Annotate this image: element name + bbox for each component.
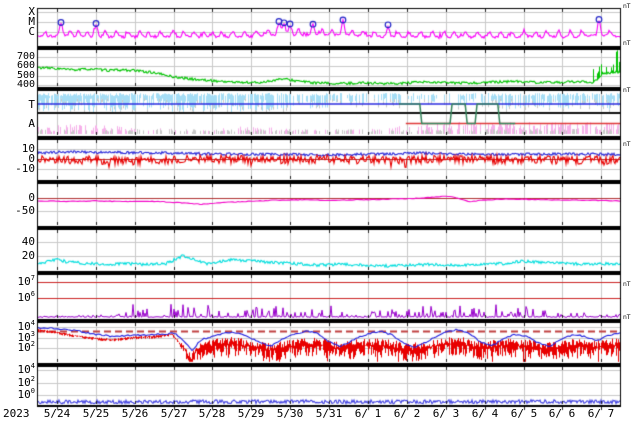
y-tick-label: 102	[17, 374, 35, 389]
x-tick-label: 6/ 4	[471, 407, 499, 420]
y-tick-label: C	[28, 24, 35, 38]
x-tick-label: 6/ 6	[548, 407, 576, 420]
x-tick-label: 6/ 2	[393, 407, 421, 420]
x-tick-label: 5/27	[160, 407, 188, 420]
y-tick-label: 0	[28, 190, 35, 204]
y-tick-label: 104	[17, 362, 35, 376]
x-tick-label: 6/ 3	[432, 407, 460, 420]
y-tick-label: -50	[15, 203, 35, 217]
x-tick-label: 5/30	[276, 407, 304, 420]
x-tick-label: 5/24	[43, 407, 71, 420]
year-label: 2023	[3, 407, 30, 420]
x-tick-label: 5/26	[121, 407, 149, 420]
x-tick-label: 6/ 7	[587, 407, 615, 420]
x-tick-label: 5/28	[198, 407, 226, 420]
x-tick-label: 5/31	[315, 407, 343, 420]
chart-canvas	[0, 0, 634, 424]
y-tick-label: T	[28, 97, 35, 111]
space-weather-overview-chart: 2023 X M C 700 600 500 400 T A 10 0 -10 0 -50 40 20 107 1…	[0, 0, 634, 424]
unit-mark: nT	[623, 40, 631, 47]
x-tick-label: 5/25	[82, 407, 110, 420]
y-tick-label: A	[28, 117, 35, 131]
unit-mark: nT	[623, 314, 631, 321]
y-tick-label: 100	[17, 387, 35, 402]
x-tick-label: 6/ 5	[510, 407, 538, 420]
y-tick-label: 106	[17, 290, 35, 305]
y-tick-label: 400	[16, 78, 35, 90]
y-tick-label: 102	[17, 340, 35, 355]
x-tick-label: 6/ 1	[354, 407, 382, 420]
y-tick-label: 107	[17, 273, 35, 288]
unit-mark: nT	[623, 281, 631, 288]
y-tick-label: 40	[21, 234, 35, 248]
y-tick-label: -10	[15, 162, 35, 176]
unit-mark: nT	[623, 87, 631, 94]
x-tick-label: 5/29	[237, 407, 265, 420]
y-tick-label: 20	[21, 249, 35, 263]
unit-mark: nT	[623, 3, 631, 10]
unit-mark: nT	[623, 141, 631, 148]
